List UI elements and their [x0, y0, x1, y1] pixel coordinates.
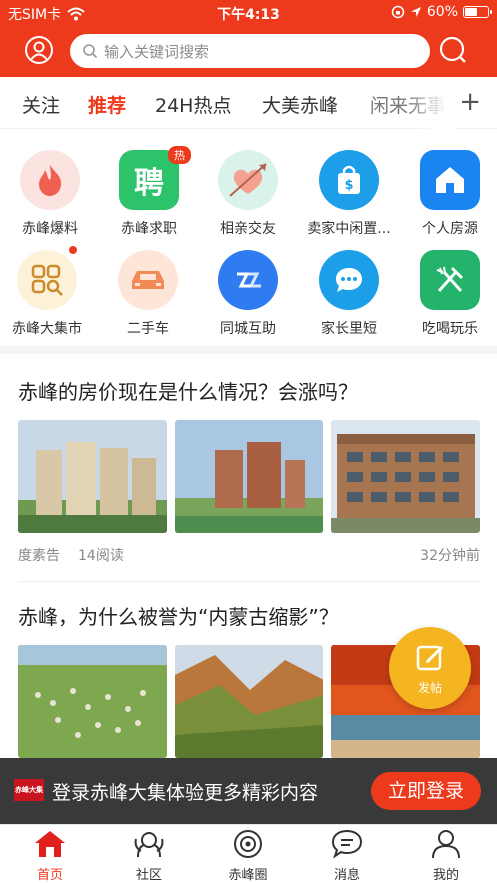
search-input[interactable]: 输入关键词搜索 [70, 34, 430, 68]
search-placeholder: 输入关键词搜索 [104, 42, 210, 61]
grid-item-chat[interactable]: 家长里短 [299, 250, 399, 338]
category-tabs: 关注 推荐 24H热点 大美赤峰 闲来无事 + [0, 77, 497, 129]
nav-messages[interactable]: 消息 [307, 829, 387, 883]
nav-label: 赤峰圈 [228, 868, 268, 883]
post-button-label: 发帖 [417, 681, 442, 695]
header: 输入关键词搜索 [0, 30, 497, 72]
nav-me[interactable]: 我的 [406, 829, 486, 883]
search-icon [83, 44, 98, 59]
shopping-bag-icon: $ [338, 165, 360, 194]
article-separator [18, 581, 480, 582]
circle-icon [234, 830, 262, 858]
section-divider [0, 346, 497, 354]
grid-label: 赤峰求职 [121, 221, 177, 237]
bottom-nav: 首页 社区 赤峰圈 消息 我的 [0, 824, 497, 883]
article-image[interactable] [18, 420, 167, 533]
grid-label: 个人房源 [422, 221, 478, 237]
search-button[interactable] [438, 35, 468, 65]
help-icon [237, 272, 261, 288]
battery-percent: 60% [426, 4, 458, 20]
grid-item-secondhand[interactable]: $ 卖家中闲置... [299, 150, 399, 238]
nav-label: 消息 [333, 868, 360, 883]
job-icon: 聘 [134, 166, 164, 201]
article-title[interactable]: 赤峰的房价现在是什么情况？会涨吗？ [18, 378, 480, 406]
grid-label: 赤峰大集市 [12, 321, 82, 337]
status-bar: 无SIM卡 下午4:13 60% [0, 0, 497, 26]
community-icon [134, 832, 164, 858]
nav-label: 首页 [36, 868, 63, 883]
fire-icon [39, 165, 62, 196]
grid-label: 卖家中闲置... [307, 221, 391, 237]
nav-label: 我的 [432, 868, 459, 883]
tab-24h-hot[interactable]: 24H热点 [155, 91, 231, 118]
article-card[interactable]: 赤峰的房价现在是什么情况？会涨吗？ 度素告 14阅读 32分钟前 [18, 378, 481, 565]
post-button[interactable]: 发帖 [389, 627, 471, 709]
grid-item-used-car[interactable]: 二手车 [98, 250, 198, 338]
article-image[interactable] [174, 645, 324, 758]
notification-dot [67, 244, 79, 256]
article-image[interactable] [331, 420, 481, 533]
login-banner: 赤峰大集 登录赤峰大集体验更多精彩内容 立即登录 [0, 758, 497, 824]
nav-label: 社区 [135, 868, 162, 883]
grid-label: 二手车 [127, 321, 169, 337]
heart-arrow-icon [229, 163, 267, 197]
user-icon [25, 36, 53, 64]
article-time: 32分钟前 [420, 548, 480, 564]
house-icon [436, 167, 464, 193]
fork-knife-icon [436, 266, 464, 293]
grid-item-housing[interactable]: 个人房源 [400, 150, 497, 238]
battery-icon [463, 6, 492, 18]
nav-community[interactable]: 社区 [109, 829, 189, 883]
top-bar: 无SIM卡 下午4:13 60% 输入关键词搜索 [0, 0, 497, 77]
market-icon [31, 264, 63, 296]
tab-recommend[interactable]: 推荐 [88, 91, 126, 118]
grid-item-food-fun[interactable]: 吃喝玩乐 [400, 250, 497, 338]
nav-home[interactable]: 首页 [10, 829, 90, 883]
grid-item-jobs[interactable]: 聘 热 赤峰求职 [99, 146, 199, 238]
search-circle-icon [439, 36, 466, 63]
service-grid: 赤峰爆料 聘 热 赤峰求职 相亲交友 $ 卖家中闲置... 个人房源 赤峰大集市 [0, 138, 497, 343]
grid-item-mutual-help[interactable]: 同城互助 [198, 250, 298, 338]
location-icon [410, 7, 421, 17]
grid-item-market[interactable]: 赤峰大集市 [0, 244, 97, 338]
tab-beautiful-chifeng[interactable]: 大美赤峰 [262, 91, 338, 118]
login-button[interactable]: 立即登录 [371, 772, 481, 810]
svg-text:$: $ [344, 178, 353, 193]
tab-follow[interactable]: 关注 [22, 91, 60, 118]
edit-icon [416, 645, 444, 671]
message-icon [331, 829, 363, 859]
grid-item-baoliao[interactable]: 赤峰爆料 [0, 150, 100, 238]
orientation-lock-icon [391, 5, 405, 19]
article-image[interactable] [174, 420, 324, 533]
grid-label: 同城互助 [220, 321, 276, 337]
article-reads: 14阅读 [78, 548, 124, 564]
home-icon [35, 831, 65, 857]
login-prompt-text: 登录赤峰大集体验更多精彩内容 [52, 782, 319, 804]
grid-label: 赤峰爆料 [22, 221, 78, 237]
hot-badge: 热 [168, 146, 191, 164]
user-profile-button[interactable] [24, 35, 54, 65]
grid-item-dating[interactable]: 相亲交友 [198, 150, 298, 238]
tab-more-button[interactable]: + [459, 87, 481, 117]
app-logo: 赤峰大集 [14, 779, 44, 801]
article-source: 度素告 [18, 548, 60, 564]
profile-icon [432, 830, 460, 859]
car-icon [132, 271, 164, 289]
nav-circle[interactable]: 赤峰圈 [208, 829, 288, 883]
grid-label: 相亲交友 [220, 221, 276, 237]
chat-icon [336, 268, 362, 292]
article-image[interactable] [18, 645, 167, 758]
grid-label: 家长里短 [321, 321, 377, 337]
grid-label: 吃喝玩乐 [422, 321, 478, 337]
